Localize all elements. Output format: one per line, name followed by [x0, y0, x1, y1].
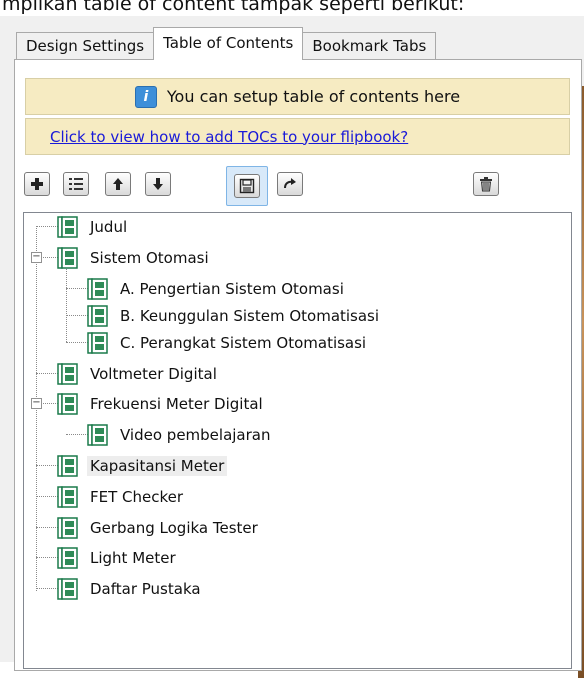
- tree-connector: [36, 527, 58, 528]
- tree-item-frekuensi-meter-digital[interactable]: Frekuensi Meter Digital: [57, 391, 266, 416]
- tree-connector: [36, 496, 58, 497]
- save-button[interactable]: [226, 166, 268, 206]
- plus-icon: [31, 178, 43, 190]
- book-icon: [87, 304, 108, 327]
- tree-connector: [36, 373, 58, 374]
- properties-button[interactable]: [63, 172, 89, 196]
- tree-item-fet-checker[interactable]: FET Checker: [57, 484, 186, 509]
- tree-item-label: A. Pengertian Sistem Otomasi: [120, 279, 344, 298]
- tree-item-pengertian-sistem-otomasi[interactable]: A. Pengertian Sistem Otomasi: [87, 276, 347, 301]
- book-icon: [57, 485, 78, 508]
- tree-item-label: Kapasitansi Meter: [87, 455, 228, 476]
- tree-item-label: Judul: [90, 217, 128, 236]
- book-icon: [87, 331, 108, 354]
- arrow-down-icon: [153, 178, 163, 190]
- tree-item-label: Voltmeter Digital: [90, 364, 217, 383]
- tab-bar: Design Settings Table of Contents Bookma…: [16, 27, 437, 60]
- collapse-toggle-frekuensi-meter-digital[interactable]: −: [31, 398, 42, 409]
- book-icon: [87, 277, 108, 300]
- toc-dialog: Design Settings Table of Contents Bookma…: [0, 16, 584, 678]
- tree-connector: [41, 257, 58, 258]
- tree-connector: [66, 434, 88, 435]
- tab-bookmark-tabs[interactable]: Bookmark Tabs: [302, 32, 437, 60]
- tree-item-light-meter[interactable]: Light Meter: [57, 545, 179, 570]
- save-icon: [239, 178, 255, 194]
- collapse-toggle-sistem-otomasi[interactable]: −: [31, 252, 42, 263]
- help-link[interactable]: Click to view how to add TOCs to your fl…: [50, 128, 408, 146]
- toc-tree: − − Judul Sistem Otomasi A. Pengertian S…: [23, 212, 572, 669]
- book-icon: [87, 423, 108, 446]
- tree-item-perangkat-sistem-otomatisasi[interactable]: C. Perangkat Sistem Otomatisasi: [87, 330, 369, 355]
- tree-item-judul[interactable]: Judul: [57, 214, 130, 239]
- list-icon: [69, 178, 83, 190]
- toc-toolbar: [15, 160, 581, 210]
- info-text: You can setup table of contents here: [166, 87, 461, 106]
- tree-connector: [36, 465, 58, 466]
- redo-button[interactable]: [277, 172, 303, 196]
- info-icon: i: [134, 85, 157, 108]
- book-icon: [57, 215, 78, 238]
- delete-button[interactable]: [473, 172, 499, 196]
- tree-item-voltmeter-digital[interactable]: Voltmeter Digital: [57, 361, 220, 386]
- tree-item-label: B. Keunggulan Sistem Otomatisasi: [120, 306, 380, 325]
- tree-connector: [36, 588, 58, 589]
- book-icon: [57, 362, 78, 385]
- tree-item-label: Frekuensi Meter Digital: [90, 394, 263, 413]
- tree-item-label: C. Perangkat Sistem Otomatisasi: [120, 333, 367, 352]
- tree-connector: [66, 342, 88, 343]
- book-icon: [57, 246, 78, 269]
- tree-item-video-pembelajaran[interactable]: Video pembelajaran: [87, 422, 274, 447]
- move-down-button[interactable]: [145, 172, 171, 196]
- tree-connector: [41, 403, 58, 404]
- add-button[interactable]: [24, 172, 50, 196]
- tree-connector: [66, 315, 88, 316]
- tree-item-label: Gerbang Logika Tester: [90, 518, 258, 537]
- tree-item-label: Video pembelajaran: [120, 425, 271, 444]
- tree-item-label: Daftar Pustaka: [90, 579, 201, 598]
- tree-item-label: Light Meter: [90, 548, 176, 567]
- info-banner: i You can setup table of contents here: [25, 78, 570, 115]
- redo-icon: [284, 178, 296, 189]
- tree-connector: [36, 226, 58, 227]
- move-up-button[interactable]: [105, 172, 131, 196]
- tree-item-gerbang-logika-tester[interactable]: Gerbang Logika Tester: [57, 515, 261, 540]
- tree-item-kapasitansi-meter[interactable]: Kapasitansi Meter: [57, 453, 228, 478]
- caption-text: mpilkan table of content tampak seperti …: [2, 0, 465, 15]
- tree-item-label: FET Checker: [90, 487, 184, 506]
- table-of-contents-panel: i You can setup table of contents here C…: [14, 59, 582, 671]
- tree-connector: [36, 557, 58, 558]
- book-icon: [57, 392, 78, 415]
- arrow-up-icon: [113, 178, 123, 190]
- tab-table-of-contents[interactable]: Table of Contents: [153, 27, 304, 60]
- tree-connector: [66, 288, 88, 289]
- book-icon: [57, 577, 78, 600]
- tree-connector: [66, 264, 67, 342]
- tree-item-daftar-pustaka[interactable]: Daftar Pustaka: [57, 576, 204, 601]
- tab-design-settings[interactable]: Design Settings: [16, 32, 155, 60]
- tree-item-sistem-otomasi[interactable]: Sistem Otomasi: [57, 245, 212, 270]
- tree-item-label: Sistem Otomasi: [90, 248, 209, 267]
- tree-item-keunggulan-sistem-otomatisasi[interactable]: B. Keunggulan Sistem Otomatisasi: [87, 303, 382, 328]
- trash-icon: [480, 177, 492, 192]
- book-icon: [57, 516, 78, 539]
- help-link-banner: Click to view how to add TOCs to your fl…: [25, 118, 570, 155]
- book-icon: [57, 546, 78, 569]
- book-icon: [57, 454, 78, 477]
